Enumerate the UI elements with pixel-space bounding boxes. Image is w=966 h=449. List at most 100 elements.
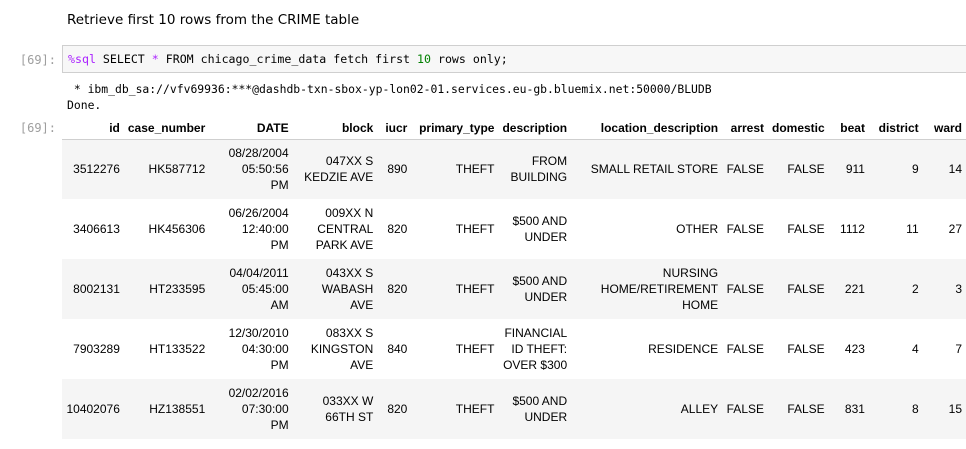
cell-line: OTHER <box>676 222 719 236</box>
table-cell-ward: 27 <box>923 199 966 259</box>
cell-line: 911 <box>845 162 865 177</box>
cell-line: 66TH ST <box>325 410 374 424</box>
cell-line: 009XX N <box>325 206 374 220</box>
code-input-area[interactable]: %sql SELECT * FROM chicago_crime_data fe… <box>62 45 966 73</box>
table-cell-district: 9 <box>869 139 923 199</box>
cell-line: CENTRAL <box>317 222 374 236</box>
cell-line: PM <box>270 178 289 193</box>
table-cell-block: 033XX W 66TH ST <box>293 379 378 439</box>
table-cell-description: FINANCIAL ID THEFT: OVER $300 <box>498 319 571 379</box>
table-cell-primary_type: THEFT <box>411 259 498 319</box>
cell-line: BUILDING <box>510 170 568 185</box>
table-cell-domestic: FALSE <box>768 259 829 319</box>
cell-line: THEFT <box>455 402 495 416</box>
cell-line: 04/04/2011 <box>229 266 289 280</box>
table-cell-block: 009XX N CENTRAL PARK AVE <box>293 199 378 259</box>
table-cell-description: $500 AND UNDER <box>498 379 571 439</box>
table-cell-iucr: 820 <box>377 259 411 319</box>
table-cell-date: 12/30/2010 04:30:00 PM <box>209 319 292 379</box>
cell-line: 15 <box>948 402 962 416</box>
cell-line: 04:30:00 <box>241 342 289 356</box>
cell-line: 820 <box>387 282 408 296</box>
table-cell-domestic: FALSE <box>768 199 829 259</box>
cell-line: UNDER <box>524 290 568 304</box>
output-prompt: [69]: <box>19 121 56 135</box>
cell-line: 10402076 <box>66 402 120 416</box>
cell-line: FROM <box>531 154 568 169</box>
cell-line: $500 AND <box>512 214 568 228</box>
cell-line: HOME <box>682 298 719 312</box>
cell-line: 820 <box>387 222 408 236</box>
cell-line: SMALL RETAIL STORE <box>590 162 719 177</box>
table-cell-district: 4 <box>869 319 923 379</box>
cell-line: 831 <box>844 402 865 416</box>
column-header-iucr: iucr <box>385 120 408 135</box>
column-header-district: district <box>878 120 919 135</box>
cell-line: HOME/RETIREMENT <box>600 282 719 296</box>
table-body: 3512276 HK587712 08/28/2004 05:50:56 PM 047XX… <box>62 139 966 439</box>
table-cell-primary_type: THEFT <box>411 199 498 259</box>
column-header-description: description <box>502 120 568 135</box>
cell-line: FALSE <box>726 162 764 177</box>
table-cell-block: 043XX S WABASH AVE <box>293 259 378 319</box>
table-cell-ward: 7 <box>923 319 966 379</box>
cell-line: 7903289 <box>73 342 120 356</box>
table-cell-domestic: FALSE <box>768 319 829 379</box>
table-cell-iucr: 840 <box>377 319 411 379</box>
table-cell-primary_type: THEFT <box>411 379 498 439</box>
cell-line: 02/02/2016 <box>228 386 289 400</box>
column-header-block: block <box>341 120 374 135</box>
column-header-ward: ward <box>933 120 962 135</box>
cell-line: 840 <box>387 342 408 356</box>
cell-line: THEFT <box>455 342 495 356</box>
code-segment: FROM chicago_crime_data fetch first <box>158 52 418 66</box>
cell-line: FALSE <box>726 402 764 416</box>
cell-line: FALSE <box>787 342 825 356</box>
cell-line: KEDZIE AVE <box>304 170 374 185</box>
table-cell-beat: 423 <box>829 319 869 379</box>
cell-line: 083XX S <box>325 326 374 340</box>
table-cell-primary_type: THEFT <box>411 139 498 199</box>
cell-line: 3 <box>955 282 962 296</box>
cell-line: 05:50:56 <box>241 162 289 177</box>
table-row: 3512276 HK587712 08/28/2004 05:50:56 PM 047XX… <box>62 139 966 199</box>
column-header-arrest: arrest <box>730 120 764 135</box>
table-cell-domestic: FALSE <box>768 139 829 199</box>
table-row: 7903289 HT133522 12/30/2010 04:30:00 PM 083XX… <box>62 319 966 379</box>
column-header-domestic: domestic <box>772 120 825 135</box>
table-row: 3406613 HK456306 06/26/2004 12:40:00 PM 009XX… <box>62 199 966 259</box>
table-cell-id: 3406613 <box>62 199 124 259</box>
cell-line: FALSE <box>787 402 825 416</box>
cell-line: 043XX S <box>325 266 374 280</box>
cell-line: 05:45:00 <box>241 282 289 296</box>
cell-line: RESIDENCE <box>648 342 719 356</box>
table-cell-arrest: FALSE <box>722 259 768 319</box>
table-row: 8002131 HT233595 04/04/2011 05:45:00 AM 043XX… <box>62 259 966 319</box>
cell-line: 14 <box>948 162 962 177</box>
table-cell-id: 3512276 <box>62 139 124 199</box>
input-prompt: [69]: <box>19 53 56 67</box>
table-cell-id: 8002131 <box>62 259 124 319</box>
table-cell-primary_type: THEFT <box>411 319 498 379</box>
cell-line: PM <box>270 358 289 372</box>
cell-line: 820 <box>387 402 408 416</box>
cell-line: ID THEFT: <box>511 342 568 356</box>
sql-magic: %sql <box>68 52 96 66</box>
cell-line: 047XX S <box>325 154 374 169</box>
cell-line: 12:40:00 <box>241 222 289 236</box>
cell-line: HK587712 <box>148 162 206 177</box>
cell-line: UNDER <box>524 230 568 244</box>
table-cell-arrest: FALSE <box>722 319 768 379</box>
cell-line: $500 AND <box>512 274 568 288</box>
cell-line: 1112 <box>840 222 865 236</box>
cell-line: WABASH AVE <box>321 282 374 312</box>
cell-line: KINGSTON <box>310 342 374 356</box>
cell-line: 3512276 <box>73 162 120 177</box>
table-cell-case_number: HT233595 <box>124 259 209 319</box>
table-row: 10402076 HZ138551 02/02/2016 07:30:00 PM 033X… <box>62 379 966 439</box>
table-cell-description: $500 AND UNDER <box>498 259 571 319</box>
cell-line: FALSE <box>726 342 764 356</box>
table-cell-location_description: SMALL RETAIL STORE <box>571 139 722 199</box>
code-segment: rows only; <box>430 52 508 66</box>
table-cell-date: 02/02/2016 07:30:00 PM <box>209 379 292 439</box>
